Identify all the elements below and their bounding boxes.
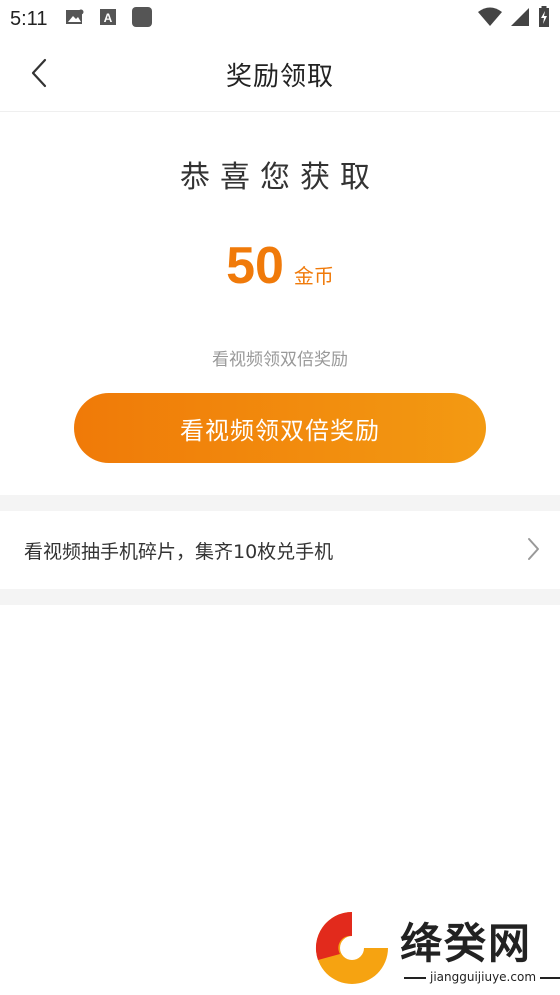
app-square-icon [131,6,153,32]
nav-bar: 奖励领取 [0,38,560,112]
image-icon [65,8,85,30]
chevron-right-icon [526,537,540,565]
page-title: 奖励领取 [225,62,334,92]
section-divider-bottom [0,589,560,605]
promo-text: 看视频抽手机碎片，集齐10枚兑手机 [24,541,334,563]
svg-text:A: A [104,11,113,25]
status-bar: 5:11 A [0,0,560,38]
status-time: 5:11 [10,7,48,30]
reward-claim-screen: 5:11 A 奖励领取 恭喜您获取 50 金币 看视频领双倍奖励 看视频领双倍奖… [0,0,560,995]
font-icon: A [99,8,117,30]
reward-unit: 金币 [293,264,334,288]
watch-video-double-reward-button[interactable]: 看视频领双倍奖励 [74,393,486,463]
phone-fragment-promo-row[interactable]: 看视频抽手机碎片，集齐10枚兑手机 [0,511,560,589]
section-divider [0,495,560,511]
site-logo-icon [312,908,392,992]
reward-amount-row: 50 金币 [0,236,560,296]
status-icons-left: A [65,6,153,32]
double-reward-hint: 看视频领双倍奖励 [212,350,348,370]
signal-icon [510,7,530,31]
site-name: 绛癸网 [400,919,533,968]
reward-amount: 50 [226,237,284,295]
wifi-icon [478,7,502,31]
site-watermark: 绛癸网 jiangguijiuye.com [312,908,552,992]
site-url: jiangguijiuye.com [400,970,560,984]
battery-icon [538,6,550,32]
status-icons-right [478,6,550,32]
congrats-text: 恭喜您获取 [180,160,380,195]
